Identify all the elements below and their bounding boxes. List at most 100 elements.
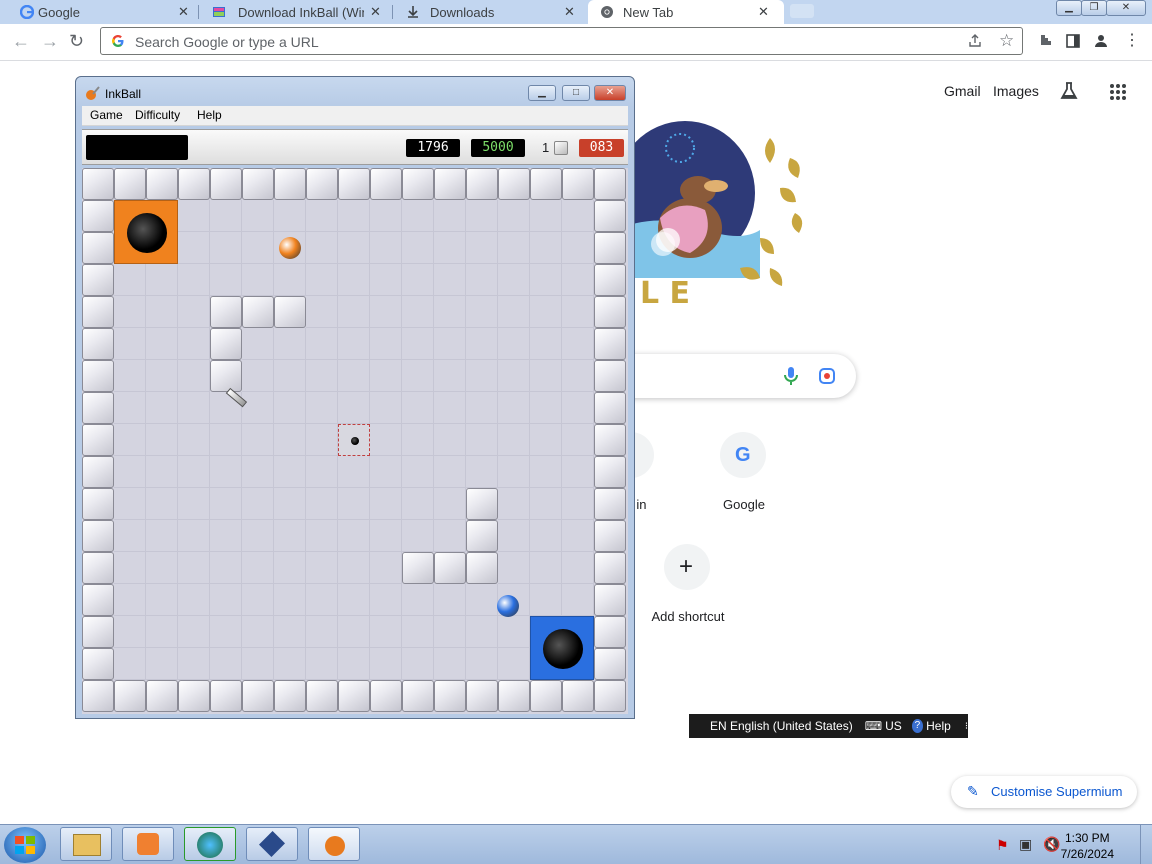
restore-window-button[interactable]: ❐ [1081, 0, 1107, 16]
pencil-icon: ✎ [967, 783, 979, 799]
taskbar-inkball[interactable] [308, 827, 360, 861]
add-shortcut-button[interactable]: + [664, 544, 710, 590]
volume-muted-icon[interactable]: 🔇 [1043, 836, 1060, 853]
menu-help[interactable]: Help [197, 108, 222, 122]
minimize-window-button[interactable]: ▁ [1056, 0, 1082, 16]
taskbar-browser[interactable] [184, 827, 236, 861]
shortcut-tile-google[interactable]: G [720, 432, 766, 478]
score-display: 1796 [406, 139, 460, 157]
start-button[interactable] [4, 827, 46, 863]
taskbar-virtualbox[interactable] [246, 827, 298, 861]
side-panel-icon[interactable] [1065, 33, 1081, 49]
taskbar-explorer[interactable] [60, 827, 112, 861]
board-cell [562, 392, 594, 424]
show-desktop-button[interactable] [1140, 825, 1152, 864]
board-cell [306, 584, 338, 616]
images-link[interactable]: Images [993, 83, 1039, 99]
board-cell [274, 424, 306, 456]
language-bar: EN English (United States) ⌨ US ? Help ⁝ [689, 714, 968, 738]
keyboard-layout[interactable]: US [885, 719, 902, 733]
board-cell [434, 232, 466, 264]
menu-game[interactable]: Game [90, 108, 123, 122]
board-cell [306, 424, 338, 456]
board-cell [146, 648, 178, 680]
taskbar-media-player[interactable] [122, 827, 174, 861]
border-wall-block [338, 680, 370, 712]
share-icon[interactable] [967, 33, 983, 49]
tab-new-tab[interactable]: New Tab ✕ [588, 0, 784, 24]
labs-flask-icon[interactable] [1059, 81, 1079, 101]
close-tab-icon[interactable]: ✕ [758, 4, 769, 20]
game-board[interactable] [82, 168, 628, 714]
customise-button[interactable]: ✎ Customise Supermium [951, 776, 1137, 808]
board-cell [402, 296, 434, 328]
board-cell [370, 424, 402, 456]
board-cell [466, 424, 498, 456]
board-cell [530, 488, 562, 520]
language-selector[interactable]: EN English (United States) [710, 719, 853, 733]
inkball-minimize-button[interactable]: ▁ [528, 85, 556, 101]
apps-grid-icon[interactable] [1109, 83, 1127, 101]
lens-search-icon[interactable] [818, 367, 836, 385]
menu-kebab-icon[interactable]: ⋮ [1124, 30, 1140, 50]
reload-icon[interactable]: ↻ [69, 32, 84, 50]
board-cell [210, 616, 242, 648]
border-wall-block [82, 328, 114, 360]
new-tab-button[interactable] [790, 4, 814, 18]
tab-download-inkball[interactable]: Download InkBall (Win ✕ [198, 0, 390, 24]
network-icon[interactable]: ▣ [1019, 836, 1032, 853]
board-cell [146, 328, 178, 360]
board-cell [434, 584, 466, 616]
menu-difficulty[interactable]: Difficulty [135, 108, 180, 122]
ntp-search-box[interactable] [600, 354, 856, 398]
border-wall-block [82, 520, 114, 552]
langbar-help[interactable]: Help [926, 719, 951, 733]
border-wall-block [82, 456, 114, 488]
board-cell [114, 616, 146, 648]
board-cell [402, 232, 434, 264]
inkball-close-button[interactable]: ✕ [594, 85, 626, 101]
action-center-flag-icon[interactable]: ⚑ [996, 837, 1009, 854]
board-cell [338, 392, 370, 424]
langbar-options-icon[interactable]: ⁝ [965, 721, 968, 732]
doodle-share-icon[interactable] [651, 232, 675, 256]
tab-downloads[interactable]: Downloads ✕ [392, 0, 588, 24]
border-wall-block [242, 680, 274, 712]
wall-block [210, 360, 242, 392]
board-cell [530, 424, 562, 456]
back-arrow-icon[interactable]: ← [12, 32, 30, 50]
board-cell [530, 552, 562, 584]
close-tab-icon[interactable]: ✕ [564, 4, 575, 20]
inkball-maximize-button[interactable]: □ [562, 85, 590, 101]
board-cell [338, 232, 370, 264]
close-window-button[interactable]: ✕ [1106, 0, 1146, 16]
omnibox-input[interactable] [133, 31, 937, 53]
board-cell [178, 232, 210, 264]
wall-block [402, 552, 434, 584]
board-cell [466, 232, 498, 264]
extensions-icon[interactable] [1037, 33, 1053, 49]
board-cell [498, 232, 530, 264]
profile-icon[interactable] [1093, 33, 1109, 49]
wall-block [434, 552, 466, 584]
google-doodle[interactable]: L E [620, 118, 820, 318]
close-tab-icon[interactable]: ✕ [178, 4, 189, 20]
tab-google[interactable]: Google ✕ [0, 0, 196, 24]
wall-block [210, 328, 242, 360]
gmail-link[interactable]: Gmail [944, 83, 981, 99]
border-wall-block [402, 168, 434, 200]
board-cell [562, 520, 594, 552]
hole-opening [351, 437, 359, 445]
bookmark-star-icon[interactable]: ☆ [999, 31, 1014, 51]
board-cell [242, 424, 274, 456]
forward-arrow-icon[interactable]: → [41, 32, 59, 50]
board-cell [306, 552, 338, 584]
board-cell [306, 360, 338, 392]
voice-search-icon[interactable] [782, 366, 800, 386]
taskbar: ⚑ ▣ 🔇 1:30 PM 7/26/2024 [0, 824, 1152, 864]
close-tab-icon[interactable]: ✕ [370, 4, 381, 20]
board-cell [562, 456, 594, 488]
system-clock[interactable]: 1:30 PM 7/26/2024 [1061, 830, 1114, 862]
omnibox[interactable]: ☆ [100, 27, 1023, 55]
board-cell [146, 488, 178, 520]
